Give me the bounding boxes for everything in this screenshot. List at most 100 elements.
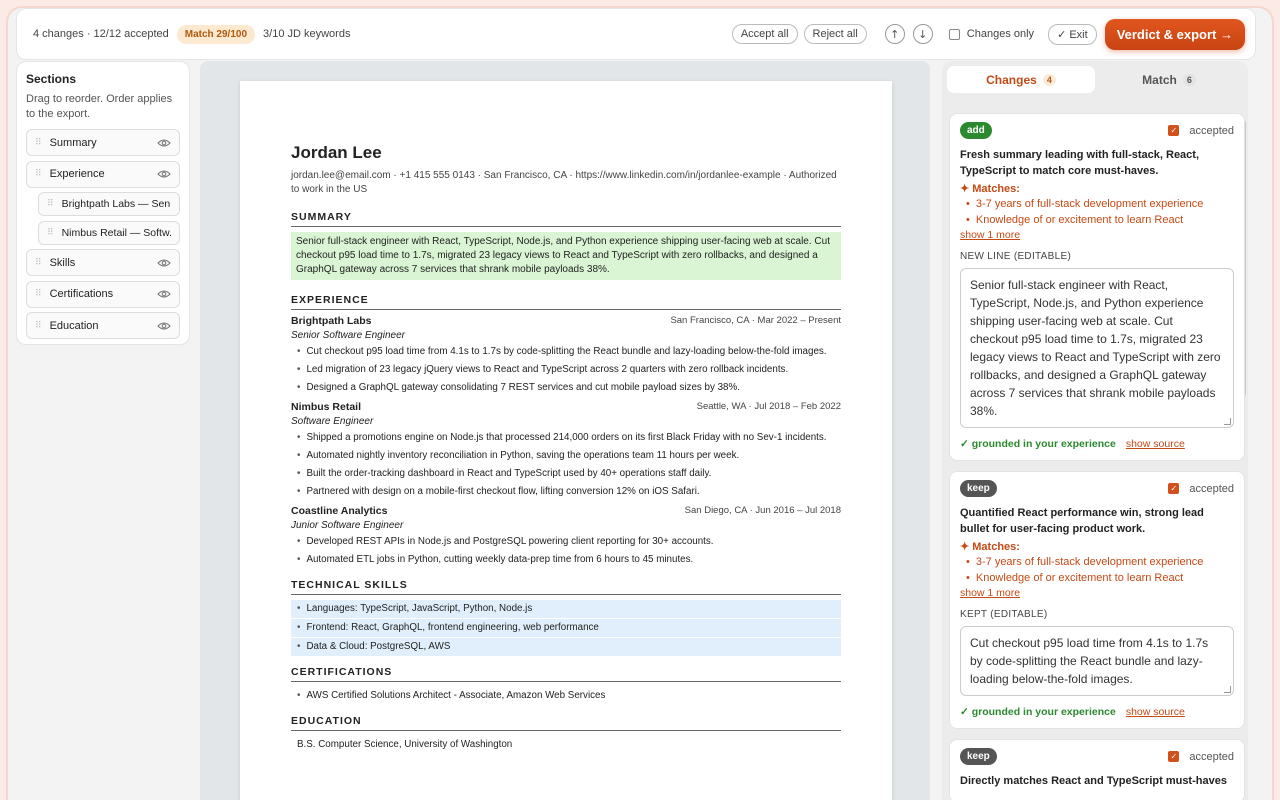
skill-line[interactable]: Data & Cloud: PostgreSQL, AWS — [291, 638, 841, 656]
change-card: keep ✓ accepted Quantified React performa… — [949, 471, 1245, 729]
drag-handle-icon[interactable]: ⠿ — [47, 199, 54, 209]
job-bullet[interactable]: Designed a GraphQL gateway consolidating… — [291, 379, 841, 397]
job-bullet[interactable]: Automated nightly inventory reconciliati… — [291, 447, 841, 465]
arrow-down-icon[interactable]: ↓ — [912, 24, 933, 44]
job-bullet[interactable]: Partnered with design on a mobile-first … — [291, 483, 841, 501]
job-company: Brightpath Labs — [291, 315, 372, 327]
editable-line-textarea[interactable]: Cut checkout p95 load time from 4.1s to … — [960, 626, 1234, 696]
arrow-up-icon[interactable]: ↑ — [884, 24, 905, 44]
verdict-export-button[interactable]: Verdict & export → — [1104, 18, 1245, 50]
job-bullet[interactable]: Developed REST APIs in Node.js and Postg… — [291, 533, 841, 551]
tab-match[interactable]: Match 6 — [1095, 66, 1243, 93]
job-company: Nimbus Retail — [291, 401, 362, 413]
changes-only-checkbox[interactable] — [948, 28, 960, 40]
skill-line[interactable]: Languages: TypeScript, JavaScript, Pytho… — [291, 600, 841, 618]
education-heading: EDUCATION — [291, 715, 841, 731]
change-card: add ✓ accepted Fresh summary leading with… — [949, 113, 1245, 461]
match-item: 3-7 years of full-stack development expe… — [960, 196, 1234, 212]
job-bullet[interactable]: Built the order-tracking dashboard in Re… — [291, 465, 841, 483]
certifications-heading: CERTIFICATIONS — [291, 666, 841, 682]
eye-icon[interactable] — [157, 258, 171, 268]
resume-preview-area: Jordan Lee jordan.lee@email.com · +1 415… — [200, 61, 930, 800]
accept-toggle[interactable]: ✓ accepted — [1168, 751, 1234, 763]
job-bullet[interactable]: Cut checkout p95 load time from 4.1s to … — [291, 343, 841, 361]
job-role: Software Engineer — [291, 416, 374, 427]
summary-text[interactable]: Senior full-stack engineer with React, T… — [291, 232, 841, 280]
drag-handle-icon[interactable]: ⠿ — [35, 289, 42, 299]
eye-icon[interactable] — [157, 289, 171, 299]
change-card: keep ✓ accepted Directly matches React an… — [949, 739, 1245, 800]
section-subitem-nimbus[interactable]: ⠿ Nimbus Retail — Softw... — [38, 220, 180, 245]
show-more-link[interactable]: show 1 more — [960, 229, 1234, 241]
accepted-label: accepted — [1189, 750, 1234, 763]
eye-icon[interactable] — [157, 169, 171, 179]
sidebar-title: Sections — [26, 72, 77, 86]
skill-line[interactable]: Frontend: React, GraphQL, frontend engin… — [291, 619, 841, 637]
show-more-link[interactable]: show 1 more — [960, 587, 1234, 599]
grounded-status: ✓ grounded in your experience — [960, 706, 1116, 718]
sections-sidebar: Sections Drag to reorder. Order applies … — [16, 61, 190, 345]
drag-handle-icon[interactable]: ⠿ — [35, 138, 42, 148]
eye-icon[interactable] — [157, 138, 171, 148]
section-label: Experience — [49, 168, 105, 180]
tab-label: Changes — [986, 72, 1037, 87]
grounded-status: ✓ grounded in your experience — [960, 438, 1116, 450]
checkbox-checked-icon[interactable]: ✓ — [1168, 483, 1180, 494]
reject-all-button[interactable]: Reject all — [803, 24, 867, 44]
editable-line-textarea[interactable]: Senior full-stack engineer with React, T… — [960, 268, 1234, 428]
section-item-experience[interactable]: ⠿ Experience — [26, 160, 180, 188]
change-cards: add ✓ accepted Fresh summary leading with… — [949, 113, 1245, 800]
tab-count: 6 — [1182, 73, 1196, 86]
panel-tabs: Changes 4 Match 6 — [942, 61, 1248, 98]
exit-button[interactable]: ✓ Exit — [1048, 23, 1097, 45]
section-item-skills[interactable]: ⠿ Skills — [26, 249, 180, 276]
tab-label: Match — [1142, 72, 1177, 87]
job-bullet[interactable]: Led migration of 23 legacy jQuery views … — [291, 361, 841, 379]
sidebar-hint: Drag to reorder. Order applies to the ex… — [26, 93, 173, 120]
accept-toggle[interactable]: ✓ accepted — [1168, 483, 1234, 495]
change-title: Quantified React performance win, strong… — [960, 507, 1204, 535]
accepted-label: accepted — [1189, 482, 1234, 495]
change-type-badge: keep — [960, 480, 997, 497]
tab-changes[interactable]: Changes 4 — [947, 66, 1095, 93]
job-company: Coastline Analytics — [291, 505, 388, 517]
drag-handle-icon[interactable]: ⠿ — [35, 321, 42, 331]
section-label: Nimbus Retail — Softw... — [61, 226, 171, 239]
skills-heading: TECHNICAL SKILLS — [291, 579, 841, 595]
job-entry: Coastline Analytics San Diego, CA · Jun 2… — [291, 505, 841, 569]
top-toolbar: 4 changes · 12/12 accepted Match 29/100 … — [16, 8, 1256, 60]
section-label: Skills — [49, 256, 76, 269]
section-item-education[interactable]: ⠿ Education — [26, 312, 180, 339]
job-meta: San Francisco, CA · Mar 2022 – Present — [670, 315, 841, 326]
field-label: KEPT (EDITABLE) — [960, 609, 1048, 620]
accept-all-button[interactable]: Accept all — [731, 24, 798, 44]
eye-icon[interactable] — [157, 321, 171, 331]
section-subitem-brightpath[interactable]: ⠿ Brightpath Labs — Sen... — [38, 192, 180, 216]
checkbox-checked-icon[interactable]: ✓ — [1168, 751, 1180, 762]
cert-line[interactable]: AWS Certified Solutions Architect - Asso… — [291, 687, 841, 705]
drag-handle-icon[interactable]: ⠿ — [47, 228, 54, 238]
changes-only-label: Changes only — [966, 28, 1035, 40]
drag-handle-icon[interactable]: ⠿ — [35, 169, 42, 179]
job-bullet[interactable]: Automated ETL jobs in Python, cutting we… — [291, 551, 841, 569]
job-role: Senior Software Engineer — [291, 330, 405, 341]
show-source-link[interactable]: show source — [1126, 438, 1185, 450]
change-title: Directly matches React and TypeScript mu… — [960, 775, 1227, 787]
resume-name: Jordan Lee — [291, 143, 382, 162]
checkbox-checked-icon[interactable]: ✓ — [1168, 125, 1180, 136]
changes-stat: 4 changes · 12/12 accepted — [33, 28, 169, 40]
show-source-link[interactable]: show source — [1126, 706, 1185, 718]
accepted-label: accepted — [1189, 124, 1234, 137]
section-item-summary[interactable]: ⠿ Summary — [26, 129, 180, 156]
jd-keywords-stat: 3/10 JD keywords — [263, 28, 351, 40]
matches-heading: ✦ Matches: — [960, 183, 1020, 195]
job-bullet[interactable]: Shipped a promotions engine on Node.js t… — [291, 429, 841, 447]
drag-handle-icon[interactable]: ⠿ — [35, 258, 42, 268]
education-line[interactable]: B.S. Computer Science, University of Was… — [291, 736, 841, 754]
match-item: Knowledge of or excitement to learn Reac… — [960, 212, 1234, 228]
accept-toggle[interactable]: ✓ accepted — [1168, 125, 1234, 137]
section-label: Brightpath Labs — Sen... — [61, 198, 171, 210]
section-item-certifications[interactable]: ⠿ Certifications — [26, 280, 180, 308]
section-label: Education — [49, 319, 99, 332]
changes-only-toggle[interactable]: Changes only — [948, 28, 1035, 40]
